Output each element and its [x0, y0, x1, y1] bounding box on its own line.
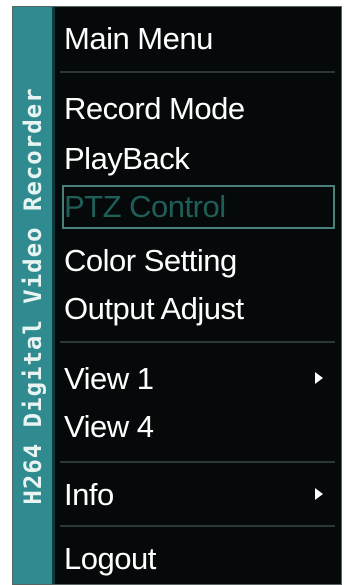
menu-item-label: Logout — [64, 541, 156, 576]
menu-item-label: View 4 — [64, 409, 154, 444]
menu-title: Main Menu — [64, 21, 213, 56]
menu-item-label: PlayBack — [64, 141, 190, 176]
menu-item-view-1[interactable]: View 1 — [62, 357, 335, 401]
divider — [60, 525, 335, 527]
menu-item-label: View 1 — [64, 361, 154, 396]
triangle-right-icon — [315, 372, 323, 384]
divider — [60, 461, 335, 463]
menu-item-view-4[interactable]: View 4 — [62, 405, 335, 449]
menu-item-label: Color Setting — [64, 243, 237, 278]
menu-item-label: Info — [64, 477, 114, 512]
banner-text: H264 Digital Video Recorder — [18, 86, 47, 505]
menu-item-info[interactable]: Info — [62, 473, 335, 517]
menu-item-output-adjust[interactable]: Output Adjust — [62, 287, 335, 331]
menu-item-label: PTZ Control — [64, 189, 226, 224]
dvr-main-menu: H264 Digital Video Recorder Main Menu Re… — [12, 6, 342, 585]
menu-item-record-mode[interactable]: Record Mode — [62, 87, 335, 131]
divider — [60, 341, 335, 343]
divider — [60, 71, 335, 73]
menu-item-playback[interactable]: PlayBack — [62, 137, 335, 181]
side-banner: H264 Digital Video Recorder — [13, 7, 55, 584]
menu-item-label: Output Adjust — [64, 291, 244, 326]
menu-item-color-setting[interactable]: Color Setting — [62, 239, 335, 283]
menu-item-label: Record Mode — [64, 91, 245, 126]
menu-item-ptz-control[interactable]: PTZ Control — [62, 185, 335, 229]
triangle-right-icon — [315, 488, 323, 500]
menu-item-logout[interactable]: Logout — [62, 537, 335, 581]
menu-list: Main Menu Record Mode PlayBack PTZ Contr… — [60, 7, 341, 584]
